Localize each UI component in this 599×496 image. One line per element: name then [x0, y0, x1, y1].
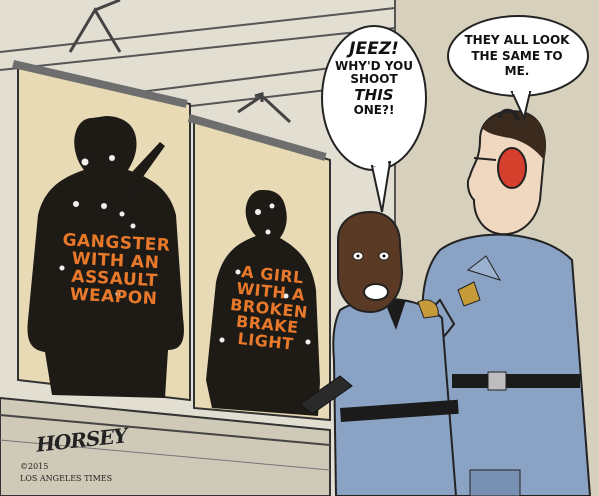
speech-line-2: WHY'D YOU [335, 58, 413, 73]
girl-target-label: A GIRL WITH A BROKEN BRAKE LIGHT [229, 261, 309, 354]
speech-text-same: THEY ALL LOOK THE SAME TO ME. [464, 33, 570, 79]
copyright-notice: ©2015 [20, 462, 49, 471]
speech-line-1: JEEZ! [349, 39, 399, 59]
speech-line-5: ONE?! [353, 103, 395, 118]
publisher-credit: LOS ANGELES TIMES [20, 474, 113, 483]
speech-line-3: SHOOT [350, 72, 398, 87]
speech-text-jeez: JEEZ! WHY'D YOU SHOOT THIS ONE?! [330, 39, 418, 118]
speech-line-4: THIS [354, 86, 394, 105]
cartoon-panel: GANGSTER WITH AN ASSAULT WEAPON A GIRL W… [0, 0, 599, 496]
gangster-target-label: GANGSTER WITH AN ASSAULT WEAPON [62, 230, 171, 309]
target-gangster [12, 60, 191, 402]
